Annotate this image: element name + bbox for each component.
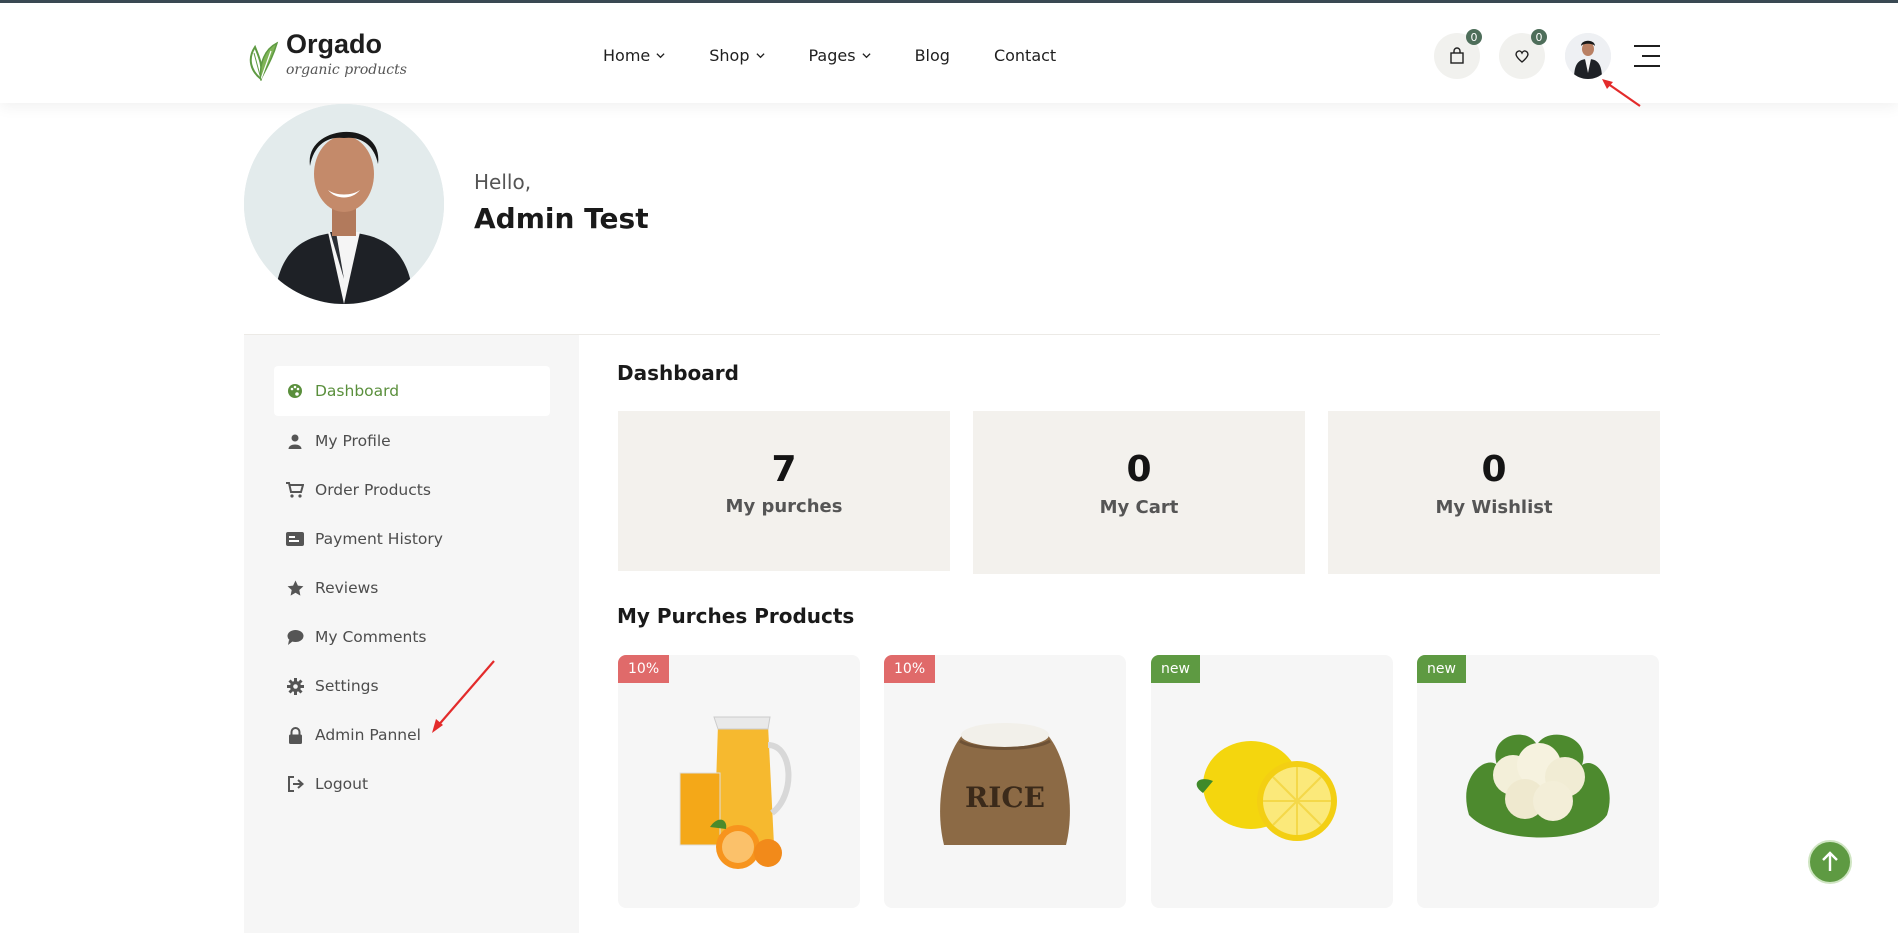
cart-button[interactable]: 0 bbox=[1434, 29, 1482, 79]
sidebar-item-settings[interactable]: Settings bbox=[274, 661, 550, 711]
nav-contact-label: Contact bbox=[993, 45, 1057, 65]
stat-value: 0 bbox=[1126, 449, 1152, 490]
heart-icon bbox=[1515, 50, 1529, 63]
avatar bbox=[1565, 33, 1611, 79]
nav-shop[interactable]: Shop bbox=[709, 43, 765, 67]
stat-label: My Cart bbox=[1099, 497, 1179, 518]
stat-label: My Wishlist bbox=[1435, 497, 1553, 518]
sidebar-item-logout[interactable]: Logout bbox=[274, 759, 550, 809]
main-nav: Home Shop Pages Blog Contact bbox=[603, 43, 1100, 67]
palette-icon bbox=[286, 382, 304, 400]
arrow-up-icon bbox=[1822, 851, 1838, 871]
sidebar-item-label: My Comments bbox=[315, 628, 427, 646]
account-sidebar: Dashboard My Profile Order Products Paym… bbox=[244, 335, 579, 933]
user-name: Admin Test bbox=[474, 202, 649, 235]
stat-label: My purches bbox=[725, 496, 843, 517]
user-icon bbox=[286, 432, 304, 450]
discount-badge: 10% bbox=[884, 655, 936, 683]
cart-icon bbox=[286, 481, 304, 499]
stat-value: 0 bbox=[1481, 449, 1507, 490]
id-card-icon bbox=[286, 530, 304, 548]
user-avatar-button[interactable] bbox=[1565, 33, 1611, 79]
dashboard-title: Dashboard bbox=[617, 361, 739, 385]
stat-card-wishlist[interactable]: 0 My Wishlist bbox=[1328, 411, 1660, 574]
sidebar-item-order-products[interactable]: Order Products bbox=[274, 465, 550, 515]
sidebar-item-label: Payment History bbox=[315, 530, 443, 548]
stat-value: 7 bbox=[771, 449, 797, 490]
nav-pages[interactable]: Pages bbox=[809, 43, 871, 67]
sidebar-item-label: Logout bbox=[315, 775, 369, 793]
rice-sack-image: RICE bbox=[940, 723, 1070, 845]
comment-icon bbox=[286, 628, 304, 646]
gear-icon bbox=[286, 677, 304, 695]
shopping-bag-icon bbox=[1450, 47, 1464, 64]
wishlist-button[interactable]: 0 bbox=[1499, 29, 1547, 79]
logo-title: Orgado bbox=[286, 29, 383, 59]
sidebar-item-admin-pannel[interactable]: Admin Pannel bbox=[274, 710, 550, 760]
logout-icon bbox=[286, 775, 304, 793]
sidebar-item-label: Order Products bbox=[315, 481, 431, 499]
menu-hamburger-icon[interactable] bbox=[1634, 45, 1660, 67]
lemon-image bbox=[1196, 741, 1337, 841]
sidebar-item-label: My Profile bbox=[315, 432, 391, 450]
nav-contact[interactable]: Contact bbox=[994, 43, 1056, 67]
nav-home[interactable]: Home bbox=[603, 43, 665, 67]
nav-blog-label: Blog bbox=[914, 45, 950, 65]
nav-pages-label: Pages bbox=[808, 45, 856, 65]
site-header: Orgado organic products Home Shop Pages … bbox=[0, 3, 1898, 103]
sidebar-item-label: Admin Pannel bbox=[315, 726, 421, 744]
product-card[interactable]: 10% bbox=[618, 655, 860, 908]
logo-subtitle: organic products bbox=[286, 62, 407, 78]
purchased-products-title: My Purches Products bbox=[617, 604, 855, 628]
sidebar-item-my-comments[interactable]: My Comments bbox=[274, 612, 550, 662]
product-card[interactable]: new bbox=[1151, 655, 1393, 908]
svg-text:RICE: RICE bbox=[965, 781, 1045, 814]
new-badge: new bbox=[1417, 655, 1466, 683]
sidebar-item-reviews[interactable]: Reviews bbox=[274, 563, 550, 613]
product-card[interactable]: new bbox=[1417, 655, 1659, 908]
orange-juice-image bbox=[679, 716, 792, 869]
chevron-down-icon bbox=[862, 52, 871, 58]
chevron-down-icon bbox=[755, 52, 765, 58]
scroll-to-top-button[interactable] bbox=[1808, 840, 1852, 884]
star-icon bbox=[286, 579, 304, 597]
discount-badge: 10% bbox=[618, 655, 670, 683]
chevron-down-icon bbox=[656, 52, 665, 58]
profile-photo bbox=[244, 104, 444, 304]
new-badge: new bbox=[1151, 655, 1200, 683]
nav-shop-label: Shop bbox=[709, 45, 750, 65]
lock-icon bbox=[286, 726, 304, 744]
nav-home-label: Home bbox=[603, 45, 651, 65]
sidebar-item-label: Settings bbox=[315, 677, 379, 695]
sidebar-item-label: Reviews bbox=[315, 579, 379, 597]
wishlist-count-badge: 0 bbox=[1531, 29, 1547, 45]
sidebar-item-label: Dashboard bbox=[315, 382, 400, 400]
stat-card-purchases[interactable]: 7 My purches bbox=[618, 411, 950, 571]
stat-card-cart[interactable]: 0 My Cart bbox=[973, 411, 1305, 574]
sidebar-item-payment-history[interactable]: Payment History bbox=[274, 514, 550, 564]
nav-blog[interactable]: Blog bbox=[915, 43, 950, 67]
sidebar-item-dashboard[interactable]: Dashboard bbox=[274, 366, 550, 416]
sidebar-item-my-profile[interactable]: My Profile bbox=[274, 416, 550, 466]
cart-count-badge: 0 bbox=[1466, 29, 1482, 45]
product-card[interactable]: 10% RICE bbox=[884, 655, 1126, 908]
leaf-logo-icon bbox=[249, 41, 279, 81]
cauliflower-image bbox=[1466, 734, 1610, 838]
logo[interactable]: Orgado organic products bbox=[243, 29, 407, 85]
greeting-text: Hello, bbox=[474, 170, 532, 194]
